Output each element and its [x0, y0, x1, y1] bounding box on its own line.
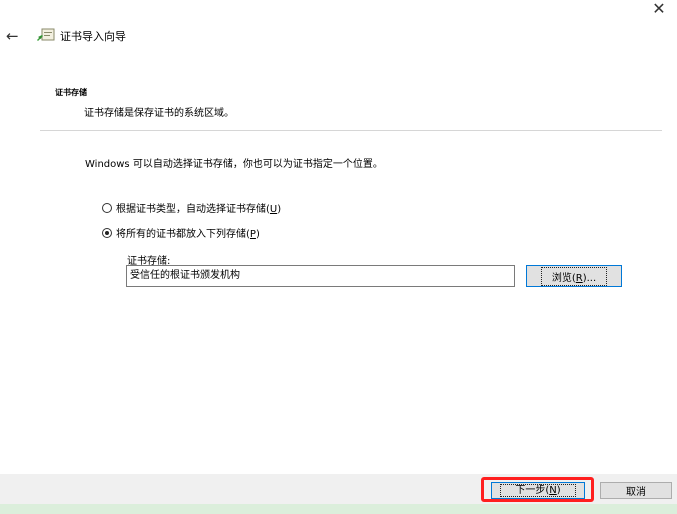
radio-auto-select[interactable]: 根据证书类型，自动选择证书存储(U) — [102, 200, 281, 215]
radio-place-all-label: 将所有的证书都放入下列存储(P) — [116, 229, 260, 240]
radio-place-all[interactable]: 将所有的证书都放入下列存储(P) — [102, 225, 260, 240]
radio-button-auto[interactable] — [102, 202, 112, 213]
radio-auto-label: 根据证书类型，自动选择证书存储(U) — [116, 204, 282, 215]
certificate-wizard-icon — [37, 28, 55, 41]
separator — [40, 130, 662, 131]
footer-strip — [0, 504, 677, 514]
back-arrow-icon[interactable]: ← — [6, 27, 19, 45]
browse-button[interactable]: 浏览(R)... — [526, 265, 622, 287]
certificate-store-field[interactable]: 受信任的根证书颁发机构 — [126, 265, 515, 287]
radio-button-place-all[interactable] — [102, 227, 112, 238]
next-button-highlight — [481, 477, 594, 502]
close-icon[interactable]: ✕ — [650, 0, 668, 18]
section-title: 证书存储 — [55, 88, 87, 97]
intro-text: Windows 可以自动选择证书存储，你也可以为证书指定一个位置。 — [85, 159, 383, 170]
cancel-button[interactable]: 取消 — [600, 482, 672, 499]
section-description: 证书存储是保存证书的系统区域。 — [84, 108, 234, 119]
wizard-title: 证书导入向导 — [60, 30, 126, 43]
